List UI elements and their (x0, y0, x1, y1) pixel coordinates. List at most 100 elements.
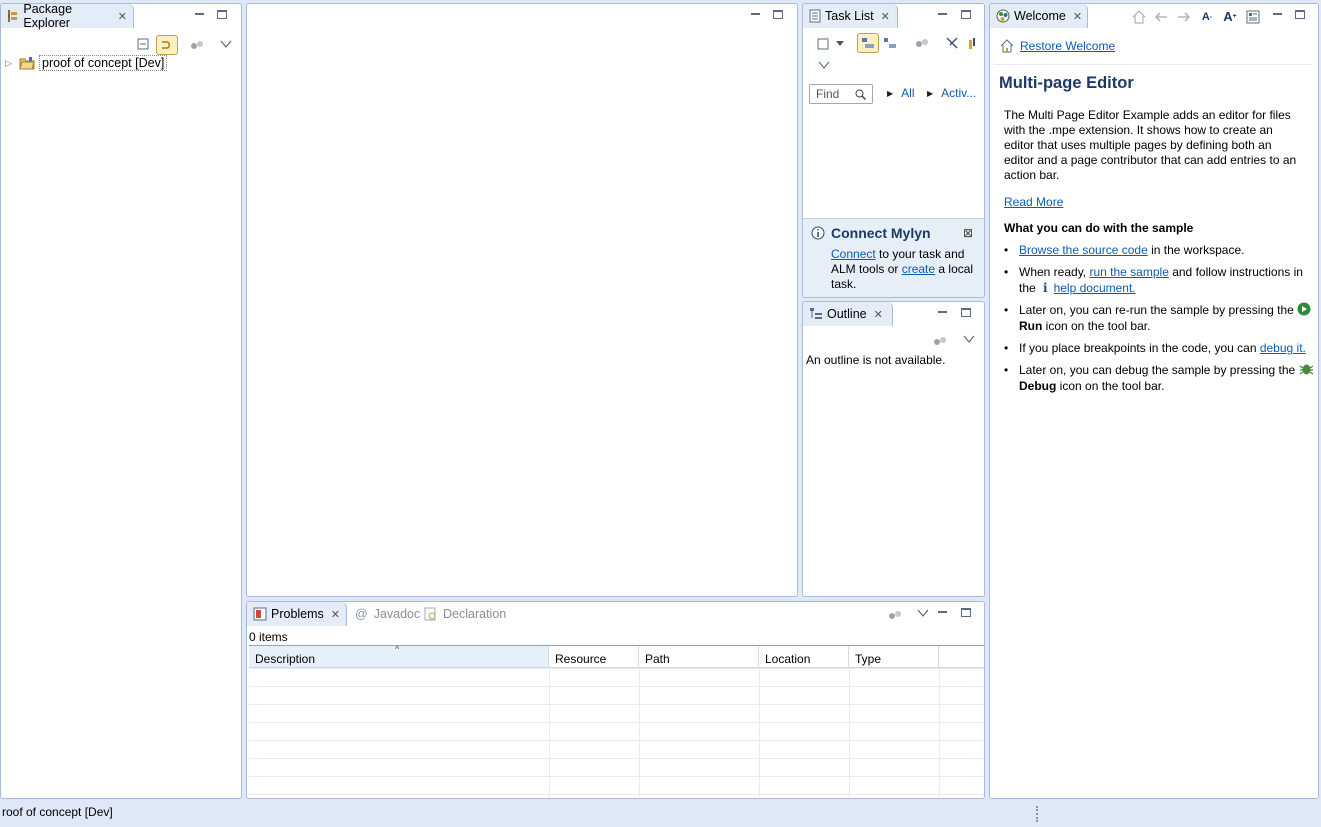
column-header-path[interactable]: Path (639, 646, 759, 667)
close-icon[interactable]: ✕ (118, 10, 127, 23)
find-input[interactable]: Find (809, 84, 873, 104)
connect-link[interactable]: Connect (831, 247, 876, 261)
run-sample-link[interactable]: run the sample (1089, 265, 1168, 279)
maximize-button[interactable] (1295, 10, 1305, 19)
column-header-description[interactable]: ^ Description (249, 646, 549, 667)
minimize-button[interactable] (750, 10, 762, 20)
connect-mylyn-title: Connect Mylyn (831, 225, 931, 241)
welcome-icon (996, 9, 1010, 23)
filter-all-link[interactable]: ▶ All (887, 86, 915, 100)
maximize-button[interactable] (217, 10, 227, 19)
tab-label: Declaration (443, 607, 507, 621)
find-placeholder: Find (816, 87, 840, 101)
new-task-icon[interactable] (815, 34, 833, 52)
column-label: Location (765, 652, 811, 666)
view-menu-chevron-down-icon[interactable] (960, 330, 978, 348)
restore-welcome-link[interactable]: Restore Welcome (1000, 39, 1115, 53)
tab-welcome[interactable]: Welcome ✕ (990, 4, 1088, 28)
outline-panel: Outline ✕ An outline is not available. (802, 301, 985, 597)
project-folder-icon (19, 56, 35, 70)
focus-icon[interactable] (913, 34, 931, 52)
close-icon[interactable]: ✕ (1073, 10, 1082, 23)
tab-package-explorer[interactable]: Package Explorer ✕ (1, 3, 134, 30)
read-more-link[interactable]: Read More (1004, 195, 1063, 209)
column-header-filler (939, 646, 984, 667)
link-with-editor-icon[interactable] (156, 35, 178, 55)
at-sign-icon: @ (355, 607, 368, 621)
home-icon (1000, 39, 1014, 53)
column-label: Path (645, 652, 670, 666)
tab-label: Package Explorer (23, 3, 73, 30)
tree-item[interactable]: ▷ proof of concept [Dev] (5, 54, 168, 72)
close-icon[interactable]: ⊠ (963, 226, 973, 240)
sort-ascending-icon: ^ (395, 645, 400, 654)
minimize-button[interactable] (937, 308, 949, 318)
column-header-location[interactable]: Location (759, 646, 849, 667)
problems-count: 0 items (249, 630, 288, 644)
collapse-all-icon[interactable] (943, 34, 961, 52)
editor-area (246, 3, 798, 597)
focus-icon[interactable] (931, 332, 949, 350)
minimize-button[interactable] (937, 10, 949, 20)
increase-font-icon[interactable]: A + (1221, 7, 1239, 25)
close-icon[interactable]: ✕ (881, 10, 890, 23)
maximize-button[interactable] (961, 608, 971, 617)
list-item: • When ready, run the sample and follow … (1004, 264, 1314, 296)
back-arrow-icon[interactable] (1152, 8, 1170, 26)
declaration-icon (424, 607, 438, 621)
connect-mylyn-box: Connect Mylyn ⊠ Connect to your task and… (803, 218, 984, 297)
new-task-dropdown-icon[interactable] (834, 34, 846, 52)
search-icon (855, 89, 866, 100)
focus-icon[interactable] (886, 606, 904, 624)
home-icon[interactable] (1130, 8, 1148, 26)
help-document-link[interactable]: help document. (1054, 281, 1136, 295)
column-header-resource[interactable]: Resource (549, 646, 639, 667)
filter-active-link[interactable]: ▶ Activ... (927, 86, 976, 100)
maximize-button[interactable] (961, 10, 971, 19)
tab-label: Problems (271, 607, 324, 621)
browse-source-link[interactable]: Browse the source code (1019, 243, 1148, 257)
debug-it-link[interactable]: debug it. (1260, 341, 1306, 355)
scheduled-view-icon[interactable] (881, 34, 899, 52)
status-text: roof of concept [Dev] (2, 805, 113, 819)
tab-task-list[interactable]: Task List ✕ (803, 4, 898, 28)
minimize-button[interactable] (1272, 10, 1284, 20)
triangle-right-icon: ▶ (927, 88, 934, 98)
column-header-type[interactable]: Type (849, 646, 939, 667)
minimize-button[interactable] (194, 10, 206, 20)
view-menu-chevron-down-icon[interactable] (217, 35, 235, 53)
task-list-icon (809, 9, 821, 23)
column-divider (759, 668, 760, 797)
decrease-font-icon[interactable]: A- (1198, 8, 1216, 26)
view-menu-chevron-down-icon[interactable] (914, 604, 932, 622)
close-icon[interactable]: ✕ (874, 308, 883, 321)
tab-javadoc[interactable]: @ Javadoc (355, 607, 420, 621)
expand-arrow-icon[interactable]: ▷ (5, 58, 15, 69)
item-text: Later on, you can debug the sample by pr… (1019, 363, 1299, 377)
customize-page-icon[interactable] (1244, 8, 1262, 26)
view-menu-chevron-down-icon[interactable] (815, 56, 833, 74)
column-label: Resource (555, 652, 607, 666)
collapse-all-icon[interactable] (134, 35, 152, 53)
maximize-button[interactable] (773, 10, 783, 19)
tree-item-label: proof of concept [Dev] (39, 55, 168, 71)
categorized-view-icon[interactable] (857, 33, 879, 53)
focus-icon[interactable] (188, 36, 206, 54)
task-list-panel: Task List ✕ Find ▶ All ▶ Activ... Connec… (802, 3, 985, 298)
synchronize-icon[interactable] (963, 34, 981, 52)
create-link[interactable]: create (902, 262, 935, 276)
item-text: Later on, you can re-run the sample by p… (1019, 303, 1298, 317)
item-text: icon on the tool bar. (1056, 379, 1165, 393)
status-separator-grip (1036, 806, 1038, 822)
table-header: ^ Description Resource Path Location Typ… (249, 646, 984, 668)
tab-declaration[interactable]: Declaration (424, 607, 506, 621)
tab-problems[interactable]: Problems ✕ (247, 602, 347, 626)
welcome-divider (994, 64, 1312, 65)
forward-arrow-icon[interactable] (1175, 8, 1193, 26)
close-icon[interactable]: ✕ (331, 608, 340, 621)
tab-outline[interactable]: Outline ✕ (803, 302, 893, 326)
tab-label: Welcome (1014, 9, 1066, 23)
minimize-button[interactable] (937, 608, 949, 618)
maximize-button[interactable] (961, 308, 971, 317)
list-item: • Later on, you can debug the sample by … (1004, 362, 1314, 394)
